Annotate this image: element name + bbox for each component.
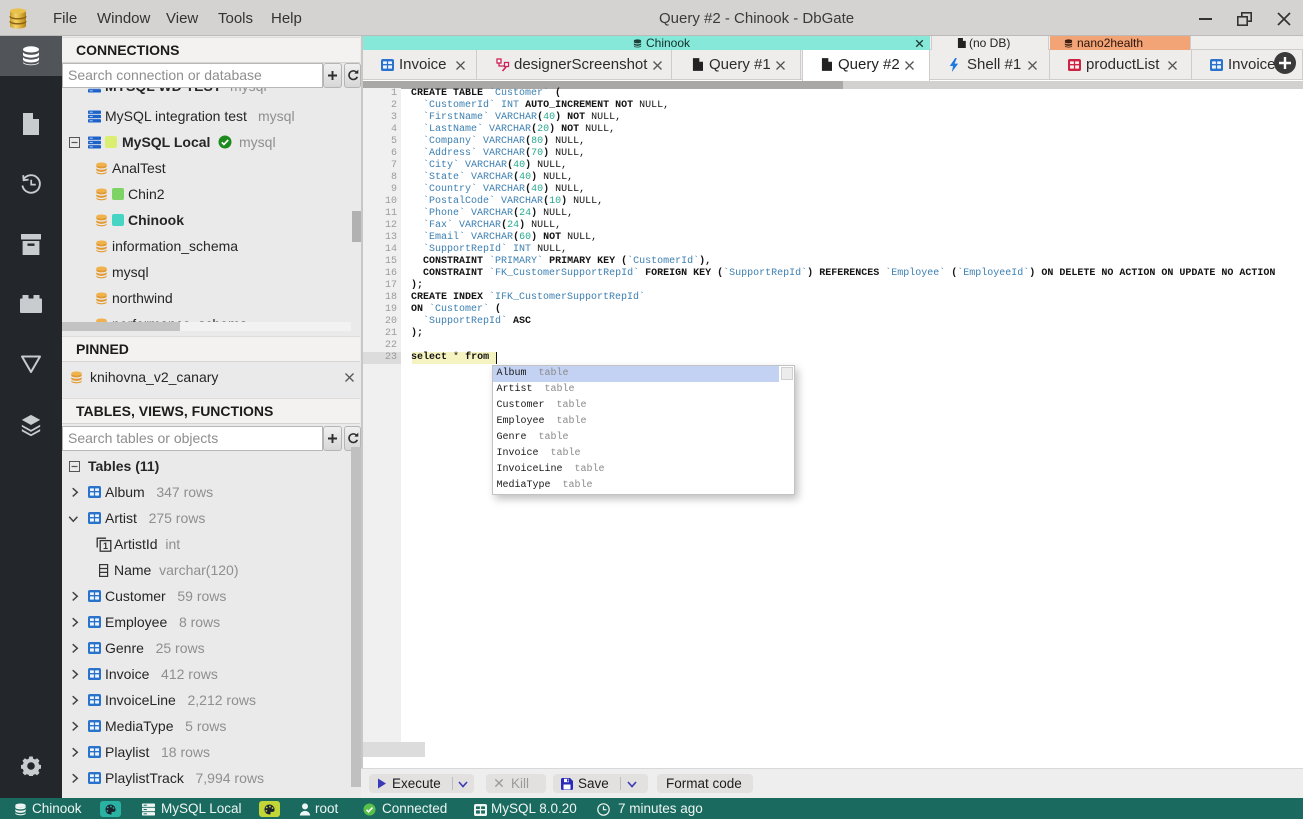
svg-text:1: 1 [103,541,108,551]
